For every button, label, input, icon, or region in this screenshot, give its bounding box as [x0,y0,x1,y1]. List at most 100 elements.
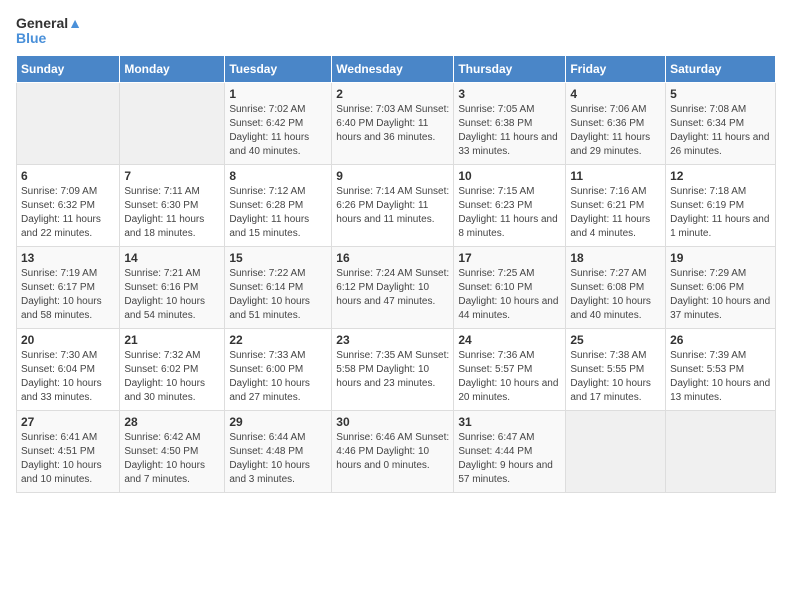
day-detail: Sunrise: 6:42 AM Sunset: 4:50 PM Dayligh… [124,431,220,487]
calendar-cell: 10 Sunrise: 7:15 AM Sunset: 6:23 PM Dayli… [454,164,566,246]
weekday-header: Wednesday [332,55,454,82]
calendar-week-row: 27 Sunrise: 6:41 AM Sunset: 4:51 PM Dayli… [17,410,776,492]
day-number: 5 [670,87,771,101]
day-detail: Sunrise: 7:27 AM Sunset: 6:08 PM Dayligh… [570,267,661,323]
day-number: 2 [336,87,449,101]
calendar-cell: 25Sunrise: 7:38 AM Sunset: 5:55 PM Dayli… [566,328,666,410]
day-detail: Sunrise: 7:22 AM Sunset: 6:14 PM Dayligh… [229,267,327,323]
day-number: 1 [229,87,327,101]
day-detail: Sunrise: 7:09 AM Sunset: 6:32 PM Dayligh… [21,185,115,241]
day-number: 10 [458,169,561,183]
calendar-cell: 20 Sunrise: 7:30 AM Sunset: 6:04 PM Dayli… [17,328,120,410]
weekday-header: Sunday [17,55,120,82]
calendar-cell: 24 Sunrise: 7:36 AM Sunset: 5:57 PM Dayli… [454,328,566,410]
day-number: 18 [570,251,661,265]
weekday-header: Tuesday [225,55,332,82]
day-detail: Sunrise: 7:12 AM Sunset: 6:28 PM Dayligh… [229,185,327,241]
logo-blue: Blue [16,31,46,46]
calendar-cell: 7 Sunrise: 7:11 AM Sunset: 6:30 PM Daylig… [120,164,225,246]
logo-general: General▲ [16,16,82,31]
day-detail: Sunrise: 7:25 AM Sunset: 6:10 PM Dayligh… [458,267,561,323]
calendar-cell: 23Sunrise: 7:35 AM Sunset: 5:58 PM Dayli… [332,328,454,410]
day-number: 29 [229,415,327,429]
day-detail: Sunrise: 6:44 AM Sunset: 4:48 PM Dayligh… [229,431,327,487]
day-number: 28 [124,415,220,429]
day-number: 30 [336,415,449,429]
weekday-header: Friday [566,55,666,82]
day-detail: Sunrise: 6:47 AM Sunset: 4:44 PM Dayligh… [458,431,561,487]
header-row: SundayMondayTuesdayWednesdayThursdayFrid… [17,55,776,82]
weekday-header: Monday [120,55,225,82]
day-number: 31 [458,415,561,429]
calendar-cell: 13 Sunrise: 7:19 AM Sunset: 6:17 PM Dayli… [17,246,120,328]
day-detail: Sunrise: 7:33 AM Sunset: 6:00 PM Dayligh… [229,349,327,405]
day-number: 9 [336,169,449,183]
calendar-table: SundayMondayTuesdayWednesdayThursdayFrid… [16,55,776,493]
calendar-cell: 22 Sunrise: 7:33 AM Sunset: 6:00 PM Dayli… [225,328,332,410]
calendar-cell: 30 Sunrise: 6:46 AM Sunset: 4:46 PM Dayli… [332,410,454,492]
day-detail: Sunrise: 7:19 AM Sunset: 6:17 PM Dayligh… [21,267,115,323]
logo-text-block: General▲ Blue [16,16,82,47]
day-number: 8 [229,169,327,183]
calendar-cell: 29 Sunrise: 6:44 AM Sunset: 4:48 PM Dayli… [225,410,332,492]
page-header: General▲ Blue [16,16,776,47]
day-detail: Sunrise: 7:38 AM Sunset: 5:55 PM Dayligh… [570,349,661,405]
weekday-header: Saturday [666,55,776,82]
calendar-cell: 14Sunrise: 7:21 AM Sunset: 6:16 PM Dayli… [120,246,225,328]
day-number: 20 [21,333,115,347]
calendar-week-row: 1 Sunrise: 7:02 AM Sunset: 6:42 PM Daylig… [17,82,776,164]
day-number: 23 [336,333,449,347]
day-detail: Sunrise: 7:03 AM Sunset: 6:40 PM Dayligh… [336,103,449,145]
day-detail: Sunrise: 6:41 AM Sunset: 4:51 PM Dayligh… [21,431,115,487]
calendar-cell: 8 Sunrise: 7:12 AM Sunset: 6:28 PM Daylig… [225,164,332,246]
day-number: 19 [670,251,771,265]
day-number: 27 [21,415,115,429]
calendar-cell [120,82,225,164]
calendar-cell: 5 Sunrise: 7:08 AM Sunset: 6:34 PM Daylig… [666,82,776,164]
calendar-cell: 18 Sunrise: 7:27 AM Sunset: 6:08 PM Dayli… [566,246,666,328]
day-detail: Sunrise: 7:11 AM Sunset: 6:30 PM Dayligh… [124,185,220,241]
calendar-cell: 4 Sunrise: 7:06 AM Sunset: 6:36 PM Daylig… [566,82,666,164]
day-detail: Sunrise: 7:29 AM Sunset: 6:06 PM Dayligh… [670,267,771,323]
day-detail: Sunrise: 7:32 AM Sunset: 6:02 PM Dayligh… [124,349,220,405]
day-detail: Sunrise: 7:14 AM Sunset: 6:26 PM Dayligh… [336,185,449,227]
day-number: 15 [229,251,327,265]
calendar-cell [566,410,666,492]
day-detail: Sunrise: 7:08 AM Sunset: 6:34 PM Dayligh… [670,103,771,159]
day-number: 16 [336,251,449,265]
logo: General▲ Blue [16,16,82,47]
calendar-cell: 6 Sunrise: 7:09 AM Sunset: 6:32 PM Daylig… [17,164,120,246]
day-detail: Sunrise: 7:24 AM Sunset: 6:12 PM Dayligh… [336,267,449,309]
day-detail: Sunrise: 7:39 AM Sunset: 5:53 PM Dayligh… [670,349,771,405]
day-number: 13 [21,251,115,265]
day-number: 7 [124,169,220,183]
calendar-cell: 26Sunrise: 7:39 AM Sunset: 5:53 PM Dayli… [666,328,776,410]
calendar-cell: 27 Sunrise: 6:41 AM Sunset: 4:51 PM Dayli… [17,410,120,492]
day-number: 17 [458,251,561,265]
day-detail: Sunrise: 7:06 AM Sunset: 6:36 PM Dayligh… [570,103,661,159]
calendar-cell: 17 Sunrise: 7:25 AM Sunset: 6:10 PM Dayli… [454,246,566,328]
day-number: 4 [570,87,661,101]
day-detail: Sunrise: 7:36 AM Sunset: 5:57 PM Dayligh… [458,349,561,405]
calendar-cell: 16 Sunrise: 7:24 AM Sunset: 6:12 PM Dayli… [332,246,454,328]
day-detail: Sunrise: 7:21 AM Sunset: 6:16 PM Dayligh… [124,267,220,323]
day-detail: Sunrise: 7:02 AM Sunset: 6:42 PM Dayligh… [229,103,327,159]
day-number: 6 [21,169,115,183]
day-number: 11 [570,169,661,183]
day-number: 24 [458,333,561,347]
calendar-cell: 28 Sunrise: 6:42 AM Sunset: 4:50 PM Dayli… [120,410,225,492]
day-number: 3 [458,87,561,101]
day-detail: Sunrise: 7:15 AM Sunset: 6:23 PM Dayligh… [458,185,561,241]
calendar-cell: 2 Sunrise: 7:03 AM Sunset: 6:40 PM Daylig… [332,82,454,164]
day-number: 21 [124,333,220,347]
day-detail: Sunrise: 6:46 AM Sunset: 4:46 PM Dayligh… [336,431,449,473]
day-number: 12 [670,169,771,183]
calendar-cell [17,82,120,164]
day-number: 22 [229,333,327,347]
calendar-cell: 12Sunrise: 7:18 AM Sunset: 6:19 PM Dayli… [666,164,776,246]
calendar-cell [666,410,776,492]
calendar-week-row: 20 Sunrise: 7:30 AM Sunset: 6:04 PM Dayli… [17,328,776,410]
calendar-week-row: 6 Sunrise: 7:09 AM Sunset: 6:32 PM Daylig… [17,164,776,246]
day-detail: Sunrise: 7:16 AM Sunset: 6:21 PM Dayligh… [570,185,661,241]
day-detail: Sunrise: 7:30 AM Sunset: 6:04 PM Dayligh… [21,349,115,405]
